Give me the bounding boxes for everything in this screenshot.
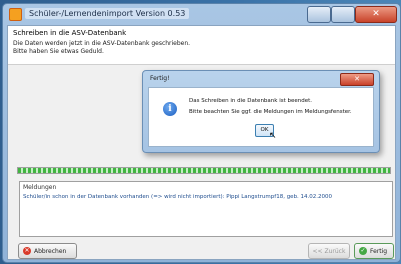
dialog-close-button[interactable]: ✕ [340,73,374,86]
message-entry: Schüler/in schon in der Datenbank vorhan… [23,194,333,200]
maximize-button[interactable] [331,6,355,23]
dialog-message-line-1: Das Schreiben in die Datenbank ist beend… [189,98,313,104]
cancel-button-label: Abbrechen [34,247,67,255]
cancel-icon: ✕ [23,247,31,255]
dialog-message-line-2: Bitte beachten Sie ggf. die Meldungen im… [189,109,352,115]
finished-dialog: Fertig! ✕ i Das Schreiben in die Datenba… [142,70,380,153]
close-icon: ✕ [372,9,380,19]
cancel-button[interactable]: ✕ Abbrechen [18,243,77,259]
minimize-button[interactable] [307,6,331,23]
messages-title: Meldungen [23,184,57,191]
title-bar: Schüler-/Lernendenimport Version 0.53 ✕ [3,4,400,24]
back-button[interactable]: << Zurück [308,243,350,259]
window-title: Schüler-/Lernendenimport Version 0.53 [25,8,190,19]
progress-bar [17,167,391,174]
dialog-title: Fertig! [150,75,170,82]
application-window: Schüler-/Lernendenimport Version 0.53 ✕ … [2,3,401,263]
wizard-header: Schreiben in die ASV-Datenbank Die Daten… [8,26,395,65]
header-description-line-2: Bitte haben Sie etwas Geduld. [13,48,104,55]
checkmark-icon: ✓ [359,247,367,255]
mouse-cursor-icon: ↖ [269,131,277,141]
finish-button-label: Fertig [370,247,388,255]
header-description-line-1: Die Daten werden jetzt in die ASV-Datenb… [13,40,191,47]
finish-button[interactable]: ✓ Fertig [354,243,394,259]
window-close-button[interactable]: ✕ [355,6,397,23]
app-icon [9,8,22,21]
progress-bar-fill [18,168,390,173]
back-button-label: << Zurück [312,247,346,255]
dialog-body: i Das Schreiben in die Datenbank ist bee… [148,87,374,147]
info-icon: i [163,102,177,116]
messages-panel[interactable]: Meldungen Schüler/in schon in der Datenb… [19,181,393,237]
page-title: Schreiben in die ASV-Datenbank [13,29,127,37]
